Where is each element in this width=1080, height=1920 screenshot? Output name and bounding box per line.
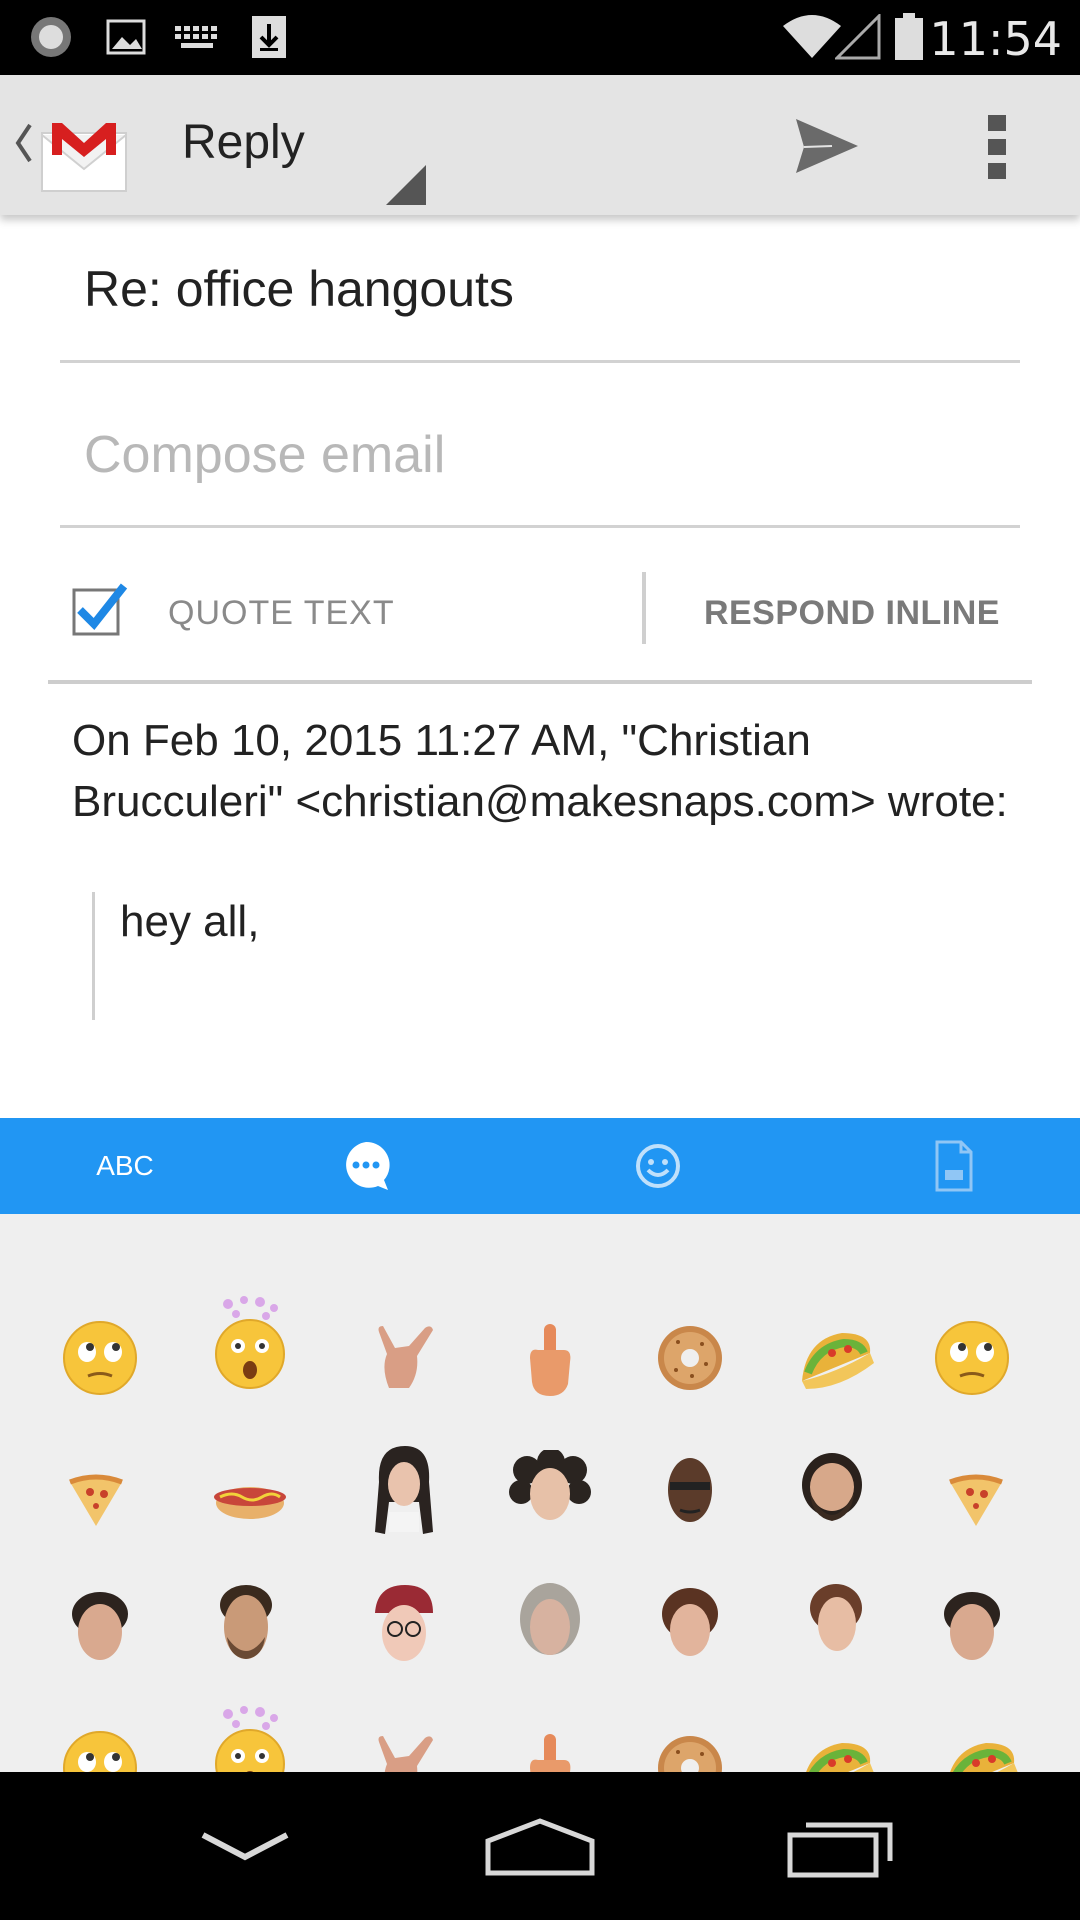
respond-inline-button[interactable]: RESPOND INLINE bbox=[704, 594, 1000, 633]
image-icon bbox=[104, 14, 148, 60]
action-bar: Reply bbox=[0, 75, 1080, 215]
battery-icon bbox=[892, 13, 926, 60]
stubble-man-face-sticker[interactable] bbox=[196, 1574, 296, 1674]
gray-hair-face-sticker[interactable] bbox=[500, 1574, 600, 1674]
compose-email-input[interactable] bbox=[84, 425, 984, 485]
chat-bubble-icon[interactable] bbox=[316, 1118, 416, 1214]
compose-field[interactable] bbox=[60, 395, 1020, 528]
woman-face-sticker[interactable] bbox=[354, 1440, 454, 1540]
woman-brown-hair-face-sticker[interactable] bbox=[640, 1574, 740, 1674]
donut-sticker[interactable] bbox=[640, 1308, 740, 1408]
quote-bar bbox=[92, 892, 95, 1020]
action-bar-title[interactable]: Reply bbox=[182, 115, 305, 170]
eye-roll-emoji[interactable] bbox=[50, 1308, 150, 1408]
section-divider bbox=[48, 680, 1032, 684]
up-caret-icon[interactable] bbox=[12, 113, 34, 173]
cap-glasses-face-sticker[interactable] bbox=[354, 1574, 454, 1674]
overflow-menu-button[interactable] bbox=[982, 111, 1012, 183]
subject-text: Re: office hangouts bbox=[84, 261, 514, 317]
quote-text-checkbox[interactable] bbox=[72, 582, 128, 636]
quote-text-label[interactable]: QUOTE TEXT bbox=[168, 594, 395, 633]
spinner-indicator-icon[interactable] bbox=[386, 165, 426, 205]
quoted-message-header: On Feb 10, 2015 11:27 AM, "Christian Bru… bbox=[72, 716, 1008, 826]
navigation-bar bbox=[0, 1772, 1080, 1920]
pizza-slice-sticker[interactable] bbox=[926, 1450, 1026, 1550]
tab-abc[interactable]: ABC bbox=[70, 1118, 180, 1214]
subject-field[interactable]: Re: office hangouts bbox=[60, 230, 1020, 363]
middle-finger-sticker[interactable] bbox=[500, 1308, 600, 1408]
curly-boy-face-sticker[interactable] bbox=[922, 1578, 1022, 1678]
mind-blown-emoji[interactable] bbox=[200, 1294, 300, 1394]
hot-dog-sticker[interactable] bbox=[200, 1450, 300, 1550]
gif-file-icon[interactable] bbox=[904, 1118, 1004, 1214]
clock: 11:54 bbox=[929, 12, 1062, 66]
keyboard-icon bbox=[172, 14, 222, 60]
taco-sticker[interactable] bbox=[786, 1308, 886, 1408]
quoted-message-body: hey all, bbox=[120, 897, 260, 946]
shaka-hand-sticker[interactable] bbox=[354, 1308, 454, 1408]
quote-options-row: QUOTE TEXT RESPOND INLINE bbox=[48, 560, 1032, 680]
curly-hair-face-sticker[interactable] bbox=[500, 1440, 600, 1540]
divider bbox=[642, 572, 646, 644]
recent-apps-icon[interactable] bbox=[786, 1802, 896, 1892]
eye-roll-emoji[interactable] bbox=[922, 1308, 1022, 1408]
bald-man-face-sticker[interactable] bbox=[640, 1440, 740, 1540]
pizza-slice-sticker[interactable] bbox=[46, 1450, 146, 1550]
sticker-grid bbox=[0, 1214, 1080, 1806]
status-bar: 11:54 bbox=[0, 0, 1080, 75]
home-icon[interactable] bbox=[480, 1802, 600, 1892]
signal-icon bbox=[834, 14, 882, 60]
woman-tilted-face-sticker[interactable] bbox=[786, 1570, 886, 1670]
download-icon bbox=[248, 14, 290, 60]
curly-boy-face-sticker[interactable] bbox=[50, 1578, 150, 1678]
record-icon bbox=[26, 14, 76, 60]
back-chevron-icon[interactable] bbox=[190, 1802, 300, 1892]
send-button[interactable] bbox=[792, 111, 862, 181]
smiley-icon[interactable] bbox=[608, 1118, 708, 1214]
bearded-man-face-sticker[interactable] bbox=[782, 1440, 882, 1540]
keyboard-tab-bar: ABC bbox=[0, 1118, 1080, 1214]
gmail-logo-icon[interactable] bbox=[38, 113, 130, 193]
